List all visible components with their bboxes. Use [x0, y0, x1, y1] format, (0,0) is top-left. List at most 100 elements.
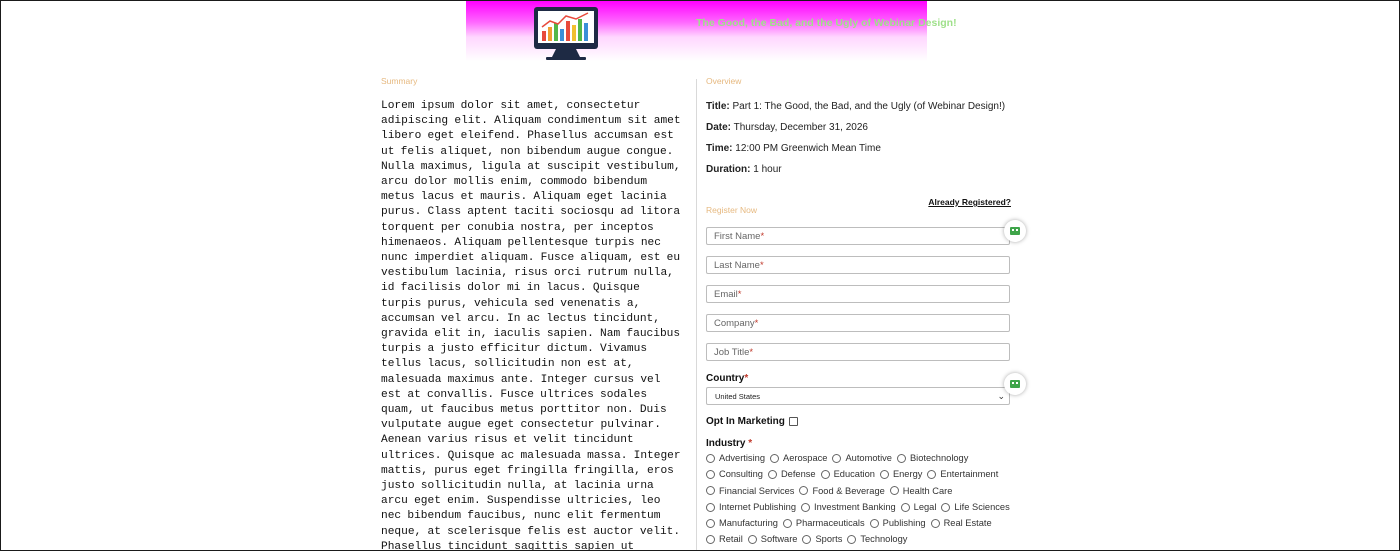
radio-circle-icon[interactable]: [847, 535, 857, 544]
overview-column: Overview Title: Part 1: The Good, the Ba…: [706, 76, 1026, 549]
country-label-text: Country: [706, 373, 745, 384]
job-title-field[interactable]: Job Title*: [706, 343, 1010, 361]
industry-radio[interactable]: Pharmaceuticals: [782, 516, 865, 531]
overview-label: Overview: [706, 76, 742, 86]
industry-radio[interactable]: Manufacturing: [706, 516, 778, 531]
last-name-field[interactable]: Last Name*: [706, 256, 1010, 274]
radio-circle-icon[interactable]: [799, 486, 809, 496]
required-mark: *: [760, 231, 765, 242]
summary-text: Lorem ipsum dolor sit amet, consectetur …: [381, 100, 681, 551]
industry-radio-label: Entertainment: [940, 469, 999, 480]
radio-circle-icon[interactable]: [820, 470, 830, 479]
radio-circle-icon[interactable]: [706, 502, 715, 512]
industry-radio-group: Advertising Aerospace Automotive Biotechnol…: [706, 451, 1016, 549]
radio-circle-icon[interactable]: [706, 470, 715, 479]
date-value: Thursday, December 31, 2026: [733, 122, 868, 133]
overview-time-row: Time: 12:00 PM Greenwich Mean Time: [706, 143, 1016, 155]
time-label: Time:: [706, 143, 733, 154]
radio-circle-icon[interactable]: [782, 518, 792, 528]
industry-radio[interactable]: Internet Publishing: [706, 500, 796, 515]
radio-circle-icon[interactable]: [706, 453, 715, 463]
company-field[interactable]: Company*: [706, 314, 1010, 332]
duration-label: Duration:: [706, 164, 751, 175]
country-value: United States: [715, 392, 761, 401]
radio-circle-icon[interactable]: [706, 518, 715, 528]
radio-circle-icon[interactable]: [900, 502, 910, 512]
radio-circle-icon[interactable]: [869, 518, 879, 528]
industry-radio-label: Publishing: [882, 518, 926, 528]
industry-radio-label: Automotive: [845, 453, 892, 463]
radio-circle-icon[interactable]: [941, 502, 951, 512]
radio-circle-icon[interactable]: [930, 518, 940, 528]
industry-radio[interactable]: Food & Beverage: [799, 484, 885, 499]
form-helper-icon[interactable]: [1004, 220, 1026, 242]
industry-radio[interactable]: Investment Banking: [801, 500, 896, 515]
title-value: Part 1: The Good, the Bad, and the Ugly …: [732, 101, 1006, 112]
radio-circle-icon[interactable]: [879, 470, 889, 479]
industry-radio[interactable]: Technology: [847, 532, 907, 547]
industry-radio-label: Defense: [780, 469, 816, 480]
required-mark: *: [754, 318, 759, 329]
radio-circle-icon[interactable]: [801, 502, 811, 512]
form-helper-icon[interactable]: [1004, 373, 1026, 395]
industry-radio[interactable]: Advertising: [706, 451, 765, 466]
industry-radio-label: Aerospace: [783, 453, 828, 463]
industry-radio[interactable]: Energy: [879, 467, 923, 482]
required-mark: *: [744, 373, 749, 384]
radio-circle-icon[interactable]: [802, 535, 812, 544]
radio-circle-icon[interactable]: [747, 535, 757, 544]
summary-label: Summary: [381, 76, 418, 86]
first-name-placeholder: First Name: [714, 231, 761, 242]
summary-column: Summary Lorem ipsum dolor sit amet, cons…: [381, 76, 681, 551]
industry-radio[interactable]: Sports: [802, 532, 842, 547]
industry-radio[interactable]: Aerospace: [770, 451, 827, 466]
industry-radio-label: Financial Services: [719, 485, 795, 496]
industry-radio[interactable]: Software: [747, 532, 797, 547]
industry-radio-label: Legal: [913, 501, 937, 512]
industry-radio[interactable]: Retail: [706, 532, 743, 547]
industry-radio-label: Retail: [719, 534, 743, 545]
required-mark: *: [748, 438, 753, 449]
industry-radio[interactable]: Automotive: [832, 451, 892, 466]
header-banner: The Good, the Bad, and the Ugly of Webin…: [466, 1, 957, 61]
time-value: 12:00 PM Greenwich Mean Time: [735, 143, 881, 154]
required-mark: *: [749, 347, 754, 358]
radio-circle-icon[interactable]: [889, 486, 899, 496]
radio-circle-icon[interactable]: [927, 470, 937, 479]
country-label: Country*: [706, 373, 1016, 384]
radio-circle-icon[interactable]: [767, 470, 777, 479]
last-name-placeholder: Last Name: [714, 260, 760, 271]
industry-radio[interactable]: Consulting: [706, 467, 763, 482]
register-header: Register Now Already Registered?: [706, 197, 1016, 215]
opt-in-checkbox[interactable]: [788, 417, 798, 426]
radio-circle-icon[interactable]: [770, 453, 779, 463]
industry-radio-label: Sports: [815, 534, 843, 545]
duration-value: 1 hour: [753, 164, 782, 175]
radio-circle-icon[interactable]: [832, 453, 842, 463]
overview-date-row: Date: Thursday, December 31, 2026: [706, 122, 1016, 134]
first-name-field[interactable]: First Name*: [706, 220, 1026, 245]
industry-radio[interactable]: Entertainment: [927, 467, 998, 482]
industry-radio[interactable]: Financial Services: [706, 484, 794, 499]
monitor-chart-logo-icon: [534, 7, 598, 60]
email-field[interactable]: Email*: [706, 285, 1010, 303]
industry-radio[interactable]: Biotechnology: [896, 451, 968, 466]
industry-radio[interactable]: Defense: [767, 467, 816, 482]
industry-radio[interactable]: Health Care: [889, 484, 952, 499]
radio-circle-icon[interactable]: [706, 486, 715, 496]
opt-in-label: Opt In Marketing: [706, 416, 785, 427]
required-mark: *: [737, 289, 742, 300]
industry-radio[interactable]: Life Sciences: [941, 500, 1010, 515]
radio-circle-icon[interactable]: [896, 453, 906, 463]
industry-radio[interactable]: Legal: [900, 500, 937, 515]
country-select[interactable]: United States ⌄: [706, 373, 1026, 405]
industry-radio-label: Energy: [892, 469, 923, 480]
radio-circle-icon[interactable]: [706, 535, 715, 544]
industry-label: Industry *: [706, 438, 1016, 449]
banner-title: The Good, the Bad, and the Ugly of Webin…: [696, 17, 957, 29]
industry-radio[interactable]: Publishing: [869, 516, 926, 531]
job-title-placeholder: Job Title: [714, 347, 750, 358]
industry-radio[interactable]: Real Estate: [930, 516, 992, 531]
industry-radio[interactable]: Education: [820, 467, 875, 482]
already-registered-link[interactable]: Already Registered?: [928, 197, 1011, 207]
